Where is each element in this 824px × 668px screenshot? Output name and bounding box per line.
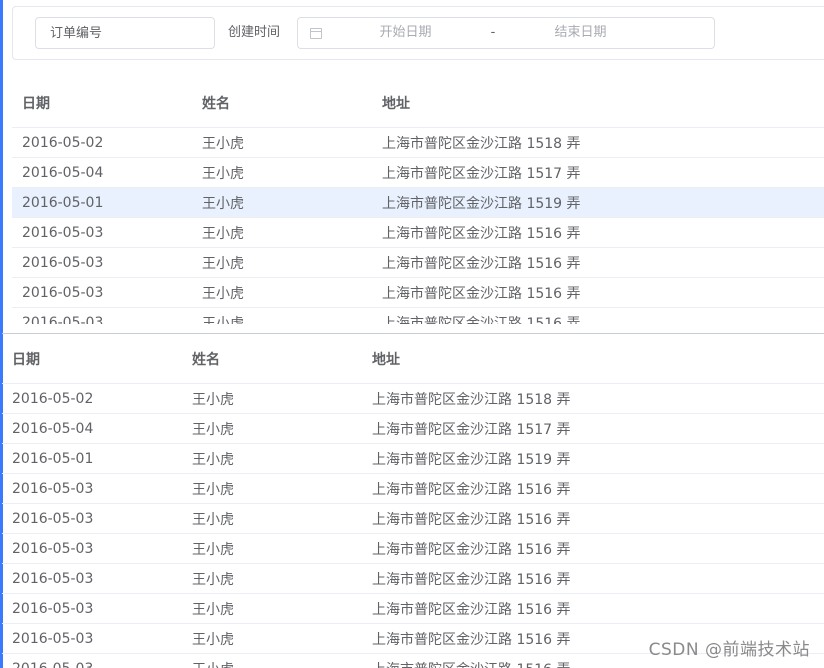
table-header: 日期 姓名 地址 [2, 334, 824, 384]
cell-date: 2016-05-03 [12, 600, 94, 617]
table-row[interactable]: 2016-05-03 王小虎 上海市普陀区金沙江路 1516 弄 [12, 278, 824, 308]
cell-name: 王小虎 [202, 165, 244, 182]
cell-date: 2016-05-03 [22, 284, 104, 301]
cell-name: 王小虎 [192, 421, 234, 438]
cell-date: 2016-05-03 [12, 630, 94, 647]
table-row[interactable]: 2016-05-03 王小虎 上海市普陀区金沙江路 1516 弄 [12, 308, 824, 325]
column-header-name[interactable]: 姓名 [182, 349, 362, 369]
top-panel: 创建时间 开始日期 - 结束日期 日期 姓名 地址 2016-05-02王小虎上… [12, 0, 824, 333]
cell-date: 2016-05-02 [22, 134, 104, 151]
cell-name: 王小虎 [202, 285, 244, 302]
cell-name: 王小虎 [202, 315, 244, 325]
cell-address: 上海市普陀区金沙江路 1516 弄 [382, 255, 581, 272]
start-date-input[interactable]: 开始日期 [328, 18, 483, 48]
table-body: 2016-05-02 王小虎 上海市普陀区金沙江路 1518 弄 2016-05-04… [2, 384, 824, 668]
cell-name: 王小虎 [182, 659, 362, 668]
cell-address: 上海市普陀区金沙江路 1516 弄 [382, 225, 581, 242]
date-range-picker[interactable]: 开始日期 - 结束日期 [297, 17, 715, 49]
cell-name: 王小虎 [192, 391, 234, 408]
cell-date: 2016-05-03 [12, 540, 94, 557]
order-number-input[interactable] [35, 17, 215, 49]
table-row[interactable]: 2016-05-04 王小虎 上海市普陀区金沙江路 1517 弄 [12, 158, 824, 188]
table-row[interactable]: 2016-05-03 王小虎 上海市普陀区金沙江路 1516 弄 [2, 534, 824, 564]
table-row[interactable]: 2016-05-01 王小虎 上海市普陀区金沙江路 1519 弄 [2, 444, 824, 474]
table-row[interactable]: 2016-05-03 王小虎 上海市普陀区金沙江路 1516 弄 [2, 594, 824, 624]
table-row[interactable]: 2016-05-03 王小虎 上海市普陀区金沙江路 1516 弄 [2, 504, 824, 534]
table-header: 日期 姓名 地址 [12, 78, 824, 128]
cell-address: 上海市普陀区金沙江路 1519 弄 [382, 195, 581, 212]
watermark: CSDN @前端技术站 [648, 640, 810, 660]
cell-name: 王小虎 [192, 511, 234, 528]
cell-address: 上海市普陀区金沙江路 1517 弄 [372, 421, 571, 438]
table-body: 2016-05-02 王小虎 上海市普陀区金沙江路 1518 弄 2016-05-04… [12, 128, 824, 324]
cell-address: 上海市普陀区金沙江路 1517 弄 [382, 165, 581, 182]
table-row[interactable]: 2016-05-02 王小虎 上海市普陀区金沙江路 1518 弄 [12, 128, 824, 158]
cell-date: 2016-05-03 [22, 224, 104, 241]
table-row[interactable]: 2016-05-03 王小虎 上海市普陀区金沙江路 1516 弄 [2, 564, 824, 594]
column-header-address[interactable]: 地址 [372, 93, 824, 113]
cell-date: 2016-05-03 [2, 661, 182, 668]
cell-name: 王小虎 [202, 255, 244, 272]
cell-date: 2016-05-03 [12, 480, 94, 497]
cell-date: 2016-05-02 [12, 390, 94, 407]
cell-address: 上海市普陀区金沙江路 1516 弄 [372, 571, 571, 588]
cell-name: 王小虎 [202, 195, 244, 212]
cell-address: 上海市普陀区金沙江路 1516 弄 [372, 541, 571, 558]
cell-date: 2016-05-03 [22, 254, 104, 271]
cell-date: 2016-05-03 [12, 570, 94, 587]
cell-date: 2016-05-04 [22, 164, 104, 181]
cell-date: 2016-05-04 [12, 420, 94, 437]
cell-date: 2016-05-01 [12, 450, 94, 467]
cell-address: 上海市普陀区金沙江路 1516 弄 [382, 315, 581, 325]
column-header-address[interactable]: 地址 [362, 349, 824, 369]
table-row[interactable]: 2016-05-03 王小虎 上海市普陀区金沙江路 1516 弄 [12, 218, 824, 248]
cell-address: 上海市普陀区金沙江路 1516 弄 [372, 481, 571, 498]
cell-address: 上海市普陀区金沙江路 1516 弄 [382, 285, 581, 302]
cell-address: 上海市普陀区金沙江路 1516 弄 [372, 601, 571, 618]
created-time-label: 创建时间 [228, 25, 281, 40]
table-row[interactable]: 2016-05-02 王小虎 上海市普陀区金沙江路 1518 弄 [2, 384, 824, 414]
column-header-name[interactable]: 姓名 [192, 93, 372, 113]
data-table-top: 日期 姓名 地址 2016-05-02 王小虎 上海市普陀区金沙江路 1518 弄2… [12, 78, 824, 324]
filter-bar: 创建时间 开始日期 - 结束日期 [12, 6, 824, 60]
table-row[interactable]: 2016-05-03 王小虎 上海市普陀区金沙江路 1516 弄 [12, 248, 824, 278]
cell-name: 王小虎 [192, 631, 234, 648]
cell-address: 上海市普陀区金沙江路 1518 弄 [382, 135, 581, 152]
table-row[interactable]: 2016-05-04 王小虎 上海市普陀区金沙江路 1517 弄 [2, 414, 824, 444]
cell-name: 王小虎 [192, 451, 234, 468]
cell-name: 王小虎 [192, 571, 234, 588]
cell-date: 2016-05-03 [12, 510, 94, 527]
column-header-date[interactable]: 日期 [12, 93, 192, 113]
cell-date: 2016-05-01 [22, 194, 104, 211]
cell-name: 王小虎 [192, 481, 234, 498]
range-separator: - [490, 25, 496, 40]
cell-name: 王小虎 [192, 601, 234, 618]
table-row[interactable]: 2016-05-03 王小虎 上海市普陀区金沙江路 1516 弄 [2, 474, 824, 504]
cell-address: 上海市普陀区金沙江路 1516 弄 [372, 511, 571, 528]
end-date-input[interactable]: 结束日期 [503, 18, 658, 48]
cell-name: 王小虎 [202, 135, 244, 152]
data-table-bottom: 日期 姓名 地址 2016-05-02 王小虎 上海市普陀区金沙江路 1518 弄2… [2, 334, 824, 668]
cell-name: 王小虎 [192, 541, 234, 558]
cell-name: 王小虎 [202, 225, 244, 242]
table-row[interactable]: 2016-05-01 王小虎 上海市普陀区金沙江路 1519 弄 [12, 188, 824, 218]
cell-date: 2016-05-03 [22, 314, 104, 325]
calendar-icon [310, 28, 322, 39]
cell-address: 上海市普陀区金沙江路 1518 弄 [372, 391, 571, 408]
column-header-date[interactable]: 日期 [2, 349, 182, 369]
cell-address: 上海市普陀区金沙江路 1519 弄 [372, 451, 571, 468]
